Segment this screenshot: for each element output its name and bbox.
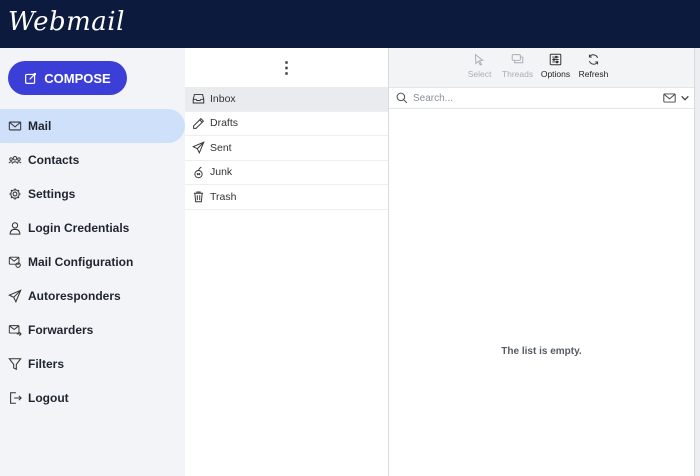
folder-junk[interactable]: Junk [185, 161, 388, 185]
preview-pane-edge [694, 48, 700, 476]
sidebar-item-label: Forwarders [28, 323, 94, 337]
junk-icon [192, 166, 205, 179]
select-button[interactable]: Select [461, 48, 498, 87]
sidebar-item-label: Contacts [28, 153, 80, 167]
empty-list-message: The list is empty. [501, 346, 582, 357]
filter-icon [8, 357, 22, 371]
refresh-label: Refresh [578, 69, 609, 79]
refresh-icon [588, 54, 599, 65]
paper-plane-icon [192, 141, 205, 155]
folder-trash[interactable]: Trash [185, 185, 388, 210]
folder-label: Junk [210, 166, 233, 179]
envelope-icon [663, 93, 676, 103]
search-bar [389, 87, 694, 109]
folder-drafts[interactable]: Drafts [185, 112, 388, 136]
folder-sent[interactable]: Sent [185, 136, 388, 161]
sidebar-item-label: Filters [28, 357, 65, 371]
trash-icon [192, 190, 205, 203]
folder-label: Sent [210, 141, 232, 154]
search-input[interactable] [413, 92, 648, 104]
sidebar-item-label: Logout [28, 391, 69, 405]
sidebar-item-label: Autoresponders [28, 289, 121, 303]
sidebar-item-filters[interactable]: Filters [0, 347, 185, 381]
forward-mail-icon [8, 323, 22, 337]
options-label: Options [540, 69, 571, 79]
sidebar-item-settings[interactable]: Settings [0, 177, 185, 211]
cursor-icon [474, 53, 484, 66]
refresh-button[interactable]: Refresh [575, 48, 612, 87]
select-label: Select [467, 69, 492, 79]
user-icon [8, 221, 22, 235]
options-button[interactable]: Options [537, 48, 574, 87]
gear-icon [8, 187, 22, 201]
envelope-icon [8, 119, 22, 133]
messages-pane: Select Threads Options Refresh Th [389, 48, 694, 476]
sidebar-item-mail[interactable]: Mail [0, 109, 185, 143]
folder-label: Drafts [210, 117, 239, 130]
sidebar-item-label: Settings [28, 187, 76, 201]
threads-label: Threads [501, 69, 534, 79]
sidebar-item-label: Login Credentials [28, 221, 130, 235]
mail-config-icon [8, 255, 22, 269]
message-toolbar: Select Threads Options Refresh [389, 48, 694, 87]
folder-list: Inbox Drafts Sent Junk Trash [185, 87, 388, 210]
folder-menu-button[interactable]: ⋮ [185, 48, 388, 87]
folders-pane: ⋮ Inbox Drafts Sent Junk Trash [185, 48, 388, 476]
paper-plane-icon [8, 289, 22, 303]
folder-label: Trash [210, 190, 237, 203]
folder-label: Inbox [210, 92, 236, 105]
sidebar-item-autoresponders[interactable]: Autoresponders [0, 279, 185, 313]
search-scope-selector[interactable] [663, 92, 690, 104]
sidebar-item-logout[interactable]: Logout [0, 381, 185, 415]
compose-label: COMPOSE [44, 70, 111, 86]
logout-icon [8, 391, 22, 405]
options-icon [549, 53, 562, 66]
sidebar-item-label: Mail [28, 119, 52, 133]
chevron-down-icon [681, 95, 689, 101]
search-icon [396, 92, 408, 104]
sidebar-item-label: Mail Configuration [28, 255, 134, 269]
sidebar: COMPOSE Mail Contacts Settings Login Cre… [0, 48, 185, 476]
pencil-icon [192, 117, 205, 130]
sidebar-nav: Mail Contacts Settings Login Credentials… [0, 109, 185, 415]
threads-button[interactable]: Threads [499, 48, 536, 87]
top-bar: Webmail [0, 0, 700, 48]
contacts-icon [8, 153, 22, 167]
webmail-app: Webmail COMPOSE Mail Contacts Settings L… [0, 0, 700, 476]
folder-inbox[interactable]: Inbox [185, 87, 388, 112]
compose-button[interactable]: COMPOSE [8, 61, 127, 95]
sidebar-item-mail-configuration[interactable]: Mail Configuration [0, 245, 185, 279]
more-options-icon: ⋮ [278, 59, 295, 77]
compose-icon [25, 72, 37, 84]
threads-icon [511, 54, 524, 64]
sidebar-item-forwarders[interactable]: Forwarders [0, 313, 185, 347]
sidebar-item-login-credentials[interactable]: Login Credentials [0, 211, 185, 245]
inbox-icon [192, 92, 205, 105]
sidebar-item-contacts[interactable]: Contacts [0, 143, 185, 177]
brand-logo[interactable]: Webmail [8, 7, 125, 37]
